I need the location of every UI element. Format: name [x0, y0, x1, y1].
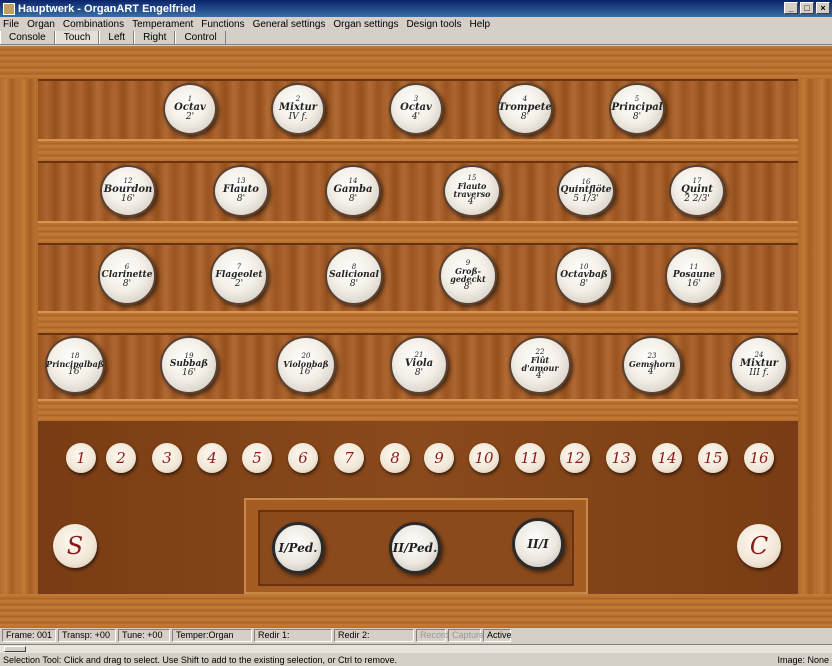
coupler-i-ped[interactable]: I/Ped.: [272, 522, 324, 574]
app-icon: [3, 2, 15, 15]
left-frame: [0, 46, 38, 628]
stop-quintfloete[interactable]: 16 Quintflöte 5 1/3': [557, 165, 615, 217]
coupler-ii-i[interactable]: II/I: [512, 518, 564, 570]
top-frame: [0, 46, 832, 79]
stop-principalbass[interactable]: 18 Principalbaß 16': [45, 336, 105, 394]
menu-bar: File Organ Combinations Temperament Func…: [0, 17, 832, 31]
general-piston-13[interactable]: 13: [606, 443, 636, 473]
general-piston-2[interactable]: 2: [106, 443, 136, 473]
minimize-button[interactable]: _: [784, 2, 798, 14]
stop-principal[interactable]: 5 Principal 8': [609, 83, 665, 135]
stop-viola[interactable]: 21 Viola 8': [390, 336, 448, 394]
stop-octav-4[interactable]: 3 Octav 4': [389, 83, 443, 135]
general-piston-14[interactable]: 14: [652, 443, 682, 473]
title-bar: Hauptwerk - OrganART Engelfried _ □ ×: [0, 0, 832, 17]
tab-left[interactable]: Left: [99, 31, 135, 44]
stop-octav-2[interactable]: 1 Octav 2': [163, 83, 217, 135]
menu-organ-settings[interactable]: Organ settings: [333, 19, 398, 30]
stop-flauto[interactable]: 13 Flauto 8': [213, 165, 269, 217]
stop-subbass[interactable]: 19 Subbaß 16': [160, 336, 218, 394]
general-piston-11[interactable]: 11: [515, 443, 545, 473]
horizontal-scrollbar[interactable]: [0, 644, 832, 653]
stop-salicional[interactable]: 8 Salicional 8': [325, 247, 383, 305]
stop-bourdon[interactable]: 12 Bourdon 16': [100, 165, 156, 217]
general-piston-7[interactable]: 7: [334, 443, 364, 473]
scrollbar-thumb[interactable]: [4, 646, 26, 652]
stop-mixtur-iv[interactable]: 2 Mixtur IV f.: [271, 83, 325, 135]
status-bar: Frame: 001 Transp: +00 Tune: +00 Temper:…: [0, 628, 832, 643]
general-piston-3[interactable]: 3: [152, 443, 182, 473]
status-temperament: Temper:Organ: [172, 629, 252, 642]
stop-flauto-traverso[interactable]: 15 Flauto traverso 4': [443, 165, 501, 217]
menu-file[interactable]: File: [3, 19, 19, 30]
status-tune: Tune: +00: [118, 629, 170, 642]
bottom-frame: [0, 594, 832, 628]
status-frame: Frame: 001: [2, 629, 56, 642]
stop-clarinette[interactable]: 6 Clarinette 8': [98, 247, 156, 305]
status-transpose: Transp: +00: [58, 629, 116, 642]
menu-functions[interactable]: Functions: [201, 19, 244, 30]
menu-help[interactable]: Help: [469, 19, 490, 30]
general-piston-5[interactable]: 5: [242, 443, 272, 473]
selection-hint: Selection Tool: Click and drag to select…: [3, 655, 398, 665]
general-piston-6[interactable]: 6: [288, 443, 318, 473]
status-redir-2: Redir 2:: [334, 629, 414, 642]
general-piston-16[interactable]: 16: [744, 443, 774, 473]
coupler-ii-ped[interactable]: II/Ped.: [389, 522, 441, 574]
menu-design-tools[interactable]: Design tools: [406, 19, 461, 30]
maximize-button[interactable]: □: [800, 2, 814, 14]
menu-general-settings[interactable]: General settings: [253, 19, 326, 30]
stop-gross-gedeckt[interactable]: 9 Groß-gedeckt 8': [439, 247, 497, 305]
set-piston[interactable]: S: [53, 524, 97, 568]
menu-combinations[interactable]: Combinations: [63, 19, 124, 30]
tab-bar: Console Touch Left Right Control: [0, 31, 832, 45]
capture-button[interactable]: Capture: [448, 629, 484, 642]
stop-flageolet[interactable]: 7 Flageolet 2': [210, 247, 268, 305]
record-button[interactable]: Record: [416, 629, 449, 642]
cancel-piston[interactable]: C: [737, 524, 781, 568]
window-title: Hauptwerk - OrganART Engelfried: [18, 2, 196, 15]
general-piston-12[interactable]: 12: [560, 443, 590, 473]
stop-gemshorn[interactable]: 23 Gemshorn 4': [622, 336, 682, 394]
organ-console: 1 Octav 2' 2 Mixtur IV f. 3 Octav 4' 4 Trompete…: [0, 46, 832, 628]
tab-console[interactable]: Console: [0, 31, 55, 44]
stop-mixtur-iii[interactable]: 24 Mixtur III f.: [730, 336, 788, 394]
right-frame: [798, 46, 832, 628]
general-piston-10[interactable]: 10: [469, 443, 499, 473]
stop-trompete[interactable]: 4 Trompete 8': [497, 83, 553, 135]
stop-flut-damour[interactable]: 22 Flût d'amour 4': [509, 336, 571, 394]
tab-control[interactable]: Control: [175, 31, 226, 44]
stop-posaune[interactable]: 11 Posaune 16': [665, 247, 723, 305]
stop-quint[interactable]: 17 Quint 2 2/3': [669, 165, 725, 217]
stop-gamba[interactable]: 14 Gamba 8': [325, 165, 381, 217]
status-active: Active: [483, 629, 512, 642]
general-piston-4[interactable]: 4: [197, 443, 227, 473]
general-piston-1[interactable]: 1: [66, 443, 96, 473]
hint-bar: Selection Tool: Click and drag to select…: [0, 654, 832, 666]
menu-temperament[interactable]: Temperament: [132, 19, 193, 30]
rail-3: [38, 313, 798, 333]
rail-1: [38, 141, 798, 161]
menu-organ[interactable]: Organ: [27, 19, 55, 30]
rail-4: [38, 401, 798, 421]
close-button[interactable]: ×: [816, 2, 830, 14]
tab-right[interactable]: Right: [134, 31, 176, 44]
general-piston-15[interactable]: 15: [698, 443, 728, 473]
stop-octavbass[interactable]: 10 Octavbaß 8': [555, 247, 613, 305]
image-status: Image: None: [777, 655, 829, 665]
stop-violonbass[interactable]: 20 Violonbaß 16': [276, 336, 336, 394]
general-piston-9[interactable]: 9: [424, 443, 454, 473]
rail-2: [38, 223, 798, 243]
tab-touch[interactable]: Touch: [54, 31, 100, 44]
general-piston-8[interactable]: 8: [380, 443, 410, 473]
status-redir-1: Redir 1:: [254, 629, 332, 642]
